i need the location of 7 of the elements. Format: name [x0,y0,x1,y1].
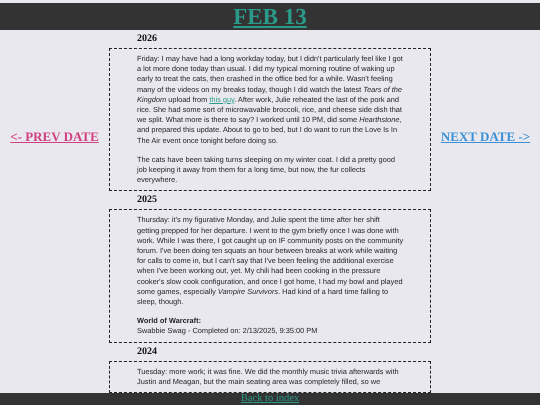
next-date-link[interactable]: NEXT DATE -> [440,129,530,145]
back-to-index-link[interactable]: Back to index [240,394,300,404]
year-heading: 2024 [137,346,158,358]
prev-date-link[interactable]: <- PREV DATE [10,129,99,145]
year-heading: 2025 [137,194,158,206]
year-heading: 2026 [137,33,158,45]
page-title[interactable]: FEB 13 [233,5,307,28]
